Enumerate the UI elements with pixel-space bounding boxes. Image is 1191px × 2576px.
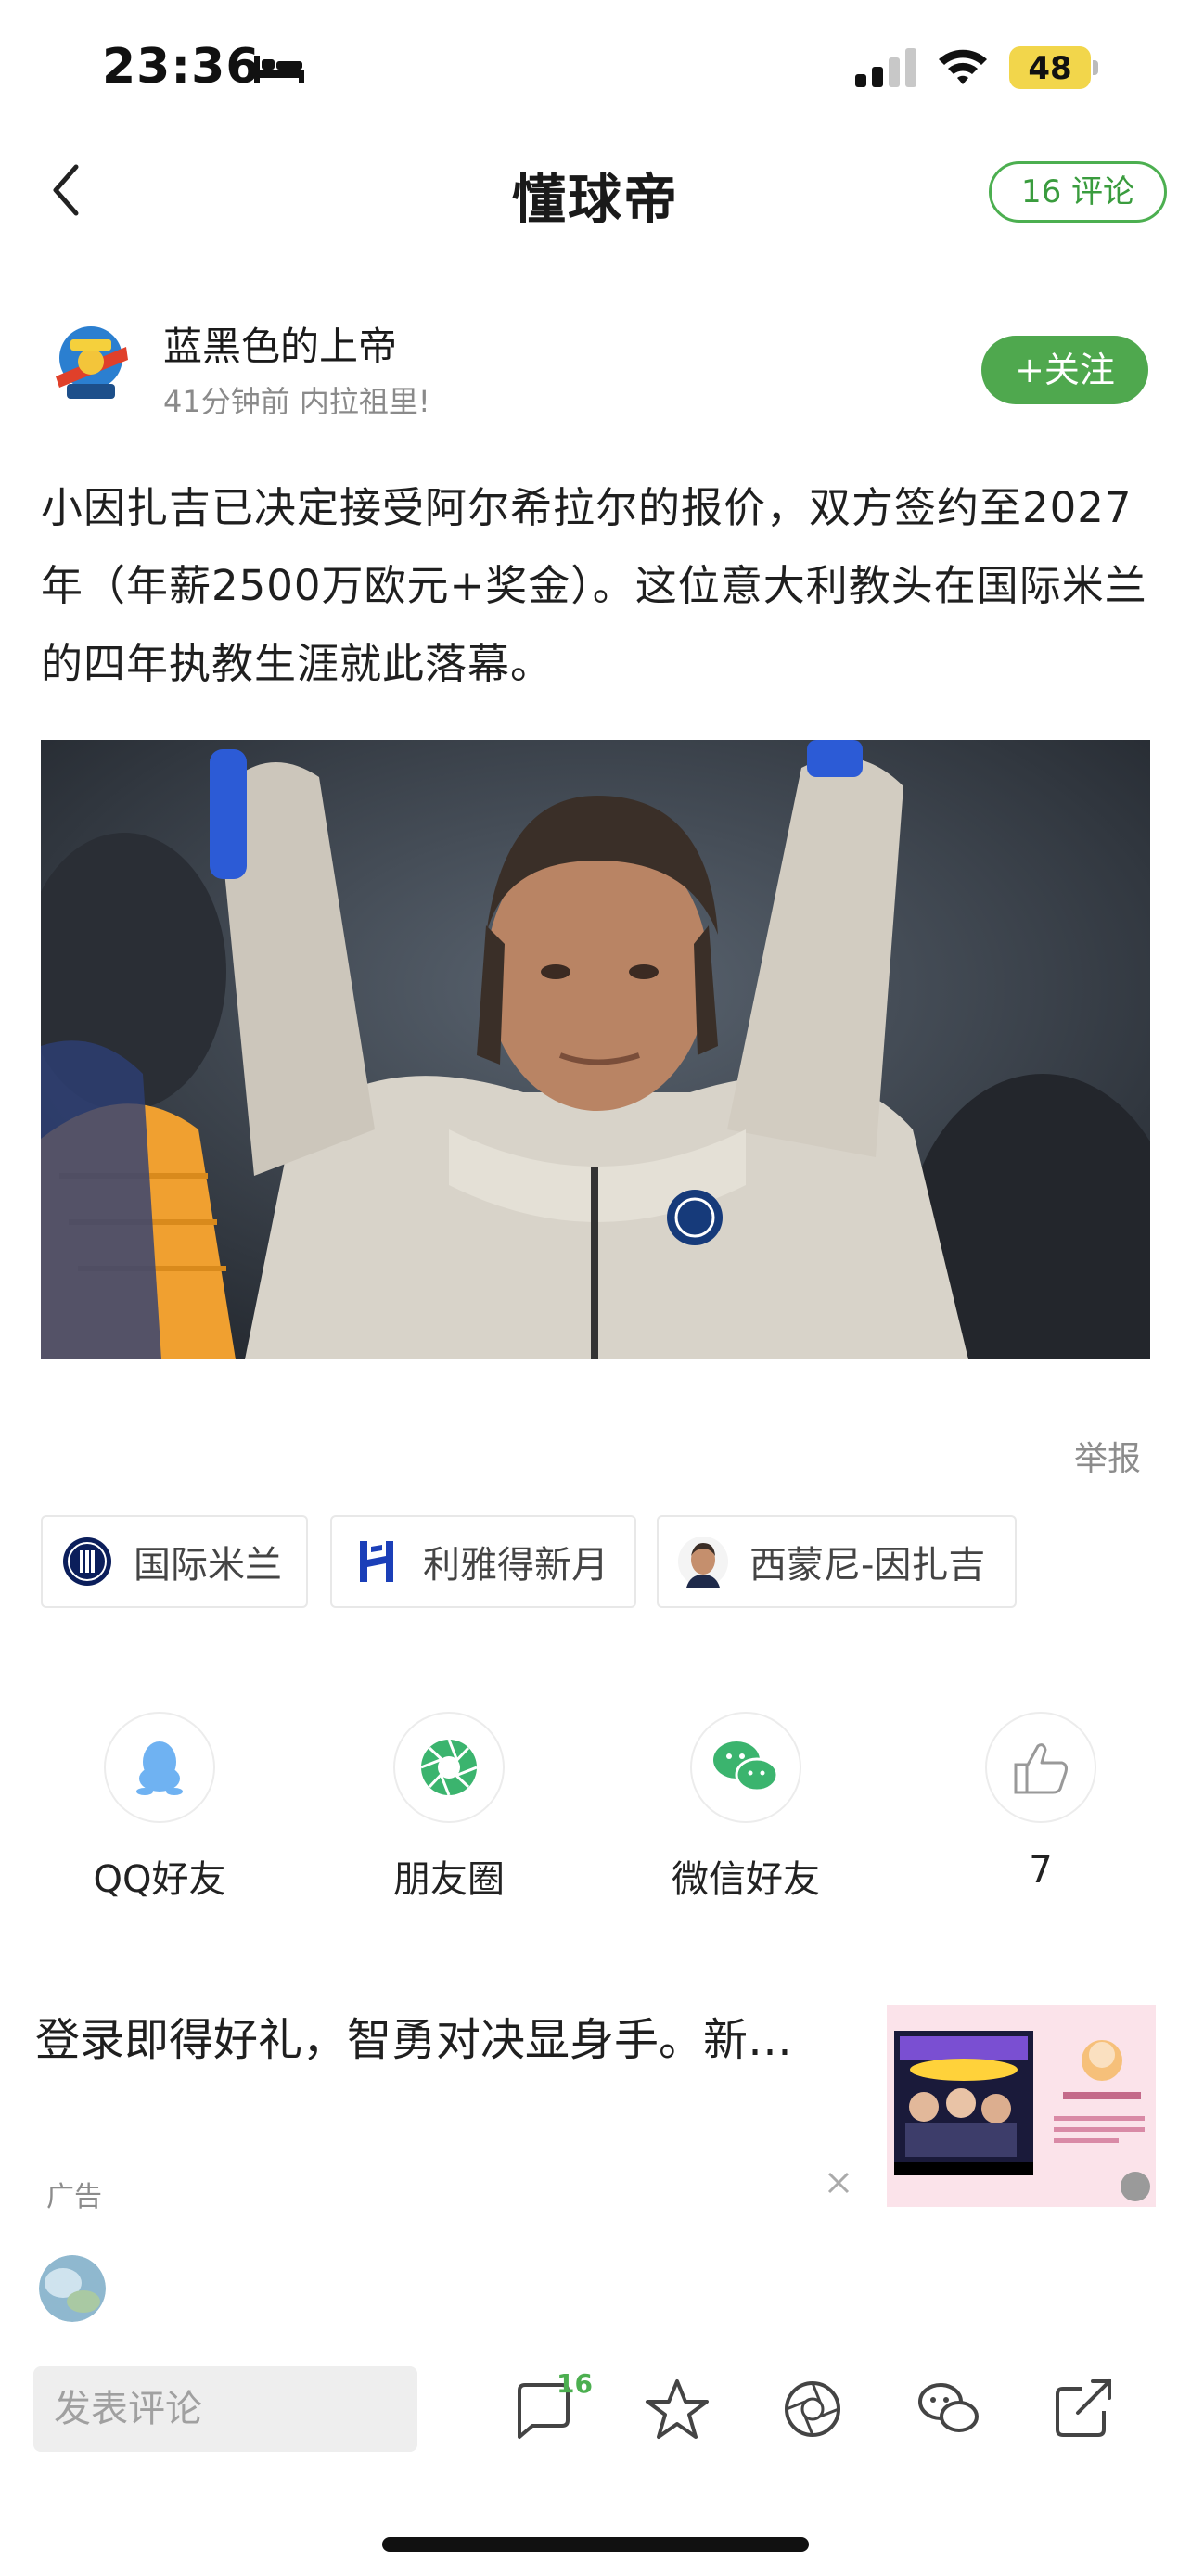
ad-game-banner-image [887,2005,1156,2207]
tag-simone-inzaghi[interactable]: 西蒙尼-因扎吉 [657,1515,1017,1608]
follow-button[interactable]: +关注 [981,336,1148,404]
share-qq-button[interactable]: QQ好友 [67,1712,252,1901]
author-avatar[interactable] [46,319,135,408]
favorite-star-icon[interactable] [642,2374,712,2444]
like-circle [985,1712,1096,1823]
like-count: 7 [1029,1849,1053,1892]
back-arrow-icon[interactable] [45,158,91,223]
cellular-signal-icon [855,48,916,87]
player-avatar-icon [678,1537,728,1588]
user-avatar-image [39,2255,106,2322]
author-avatar-image [46,319,135,408]
thumbs-up-icon [1014,1743,1068,1794]
coach-photo-image [41,740,1150,1359]
article-photo[interactable] [41,740,1150,1359]
share-forward-icon[interactable] [1048,2374,1119,2444]
wechat-share-icon[interactable] [913,2374,983,2444]
wifi-icon [939,49,987,84]
post-meta: 41分钟前 内拉祖里! [163,384,430,419]
share-moments-label: 朋友圈 [393,1858,505,1901]
ad-headline[interactable]: 登录即得好礼，智勇对决显身手。新… [35,2003,861,2068]
share-moments-circle [393,1712,505,1823]
battery-cap [1093,60,1098,75]
share-moments-button[interactable]: 朋友圈 [356,1712,542,1901]
share-qq-label: QQ好友 [93,1858,226,1901]
author-name[interactable]: 蓝黑色的上帝 [163,315,397,372]
battery-indicator: 48 [1009,46,1098,89]
current-user-avatar[interactable] [39,2255,106,2322]
ad-image[interactable] [887,2005,1156,2207]
comment-input[interactable] [33,2366,417,2452]
share-wechat-circle [690,1712,801,1823]
status-bar: 23:36 48 [0,0,1191,139]
qq-penguin-icon [136,1741,183,1795]
wechat-icon [713,1741,779,1792]
ad-label: 广告 [46,2181,102,2213]
like-button[interactable]: 7 [948,1712,1133,1897]
comments-count-button[interactable]: 16 评论 [989,161,1167,223]
tag-label: 国际米兰 [134,1544,282,1587]
inter-logo-icon [63,1537,111,1586]
share-wechat-label: 微信好友 [672,1858,820,1901]
article-body: 小因扎吉已决定接受阿尔希拉尔的报价，双方签约至2027年（年薪2500万欧元+奖… [41,483,1147,688]
sleep-focus-icon [254,56,304,83]
page-title: 懂球帝 [511,168,679,231]
al-hilal-logo-icon [360,1541,393,1582]
share-wechat-button[interactable]: 微信好友 [653,1712,839,1901]
close-icon[interactable] [820,2164,857,2201]
moments-share-icon[interactable] [777,2374,848,2444]
tag-al-hilal[interactable]: 利雅得新月 [330,1515,636,1608]
moments-shutter-icon [420,1739,478,1796]
battery-level: 48 [1028,50,1072,87]
status-time: 23:36 [102,39,261,95]
comment-count-badge: 16 [557,2368,593,2399]
tag-label: 西蒙尼-因扎吉 [749,1544,986,1587]
home-indicator [382,2537,809,2552]
share-qq-circle [104,1712,215,1823]
tag-inter-milan[interactable]: 国际米兰 [41,1515,308,1608]
report-link[interactable]: 举报 [1074,1432,1141,1480]
tag-label: 利雅得新月 [423,1544,608,1587]
